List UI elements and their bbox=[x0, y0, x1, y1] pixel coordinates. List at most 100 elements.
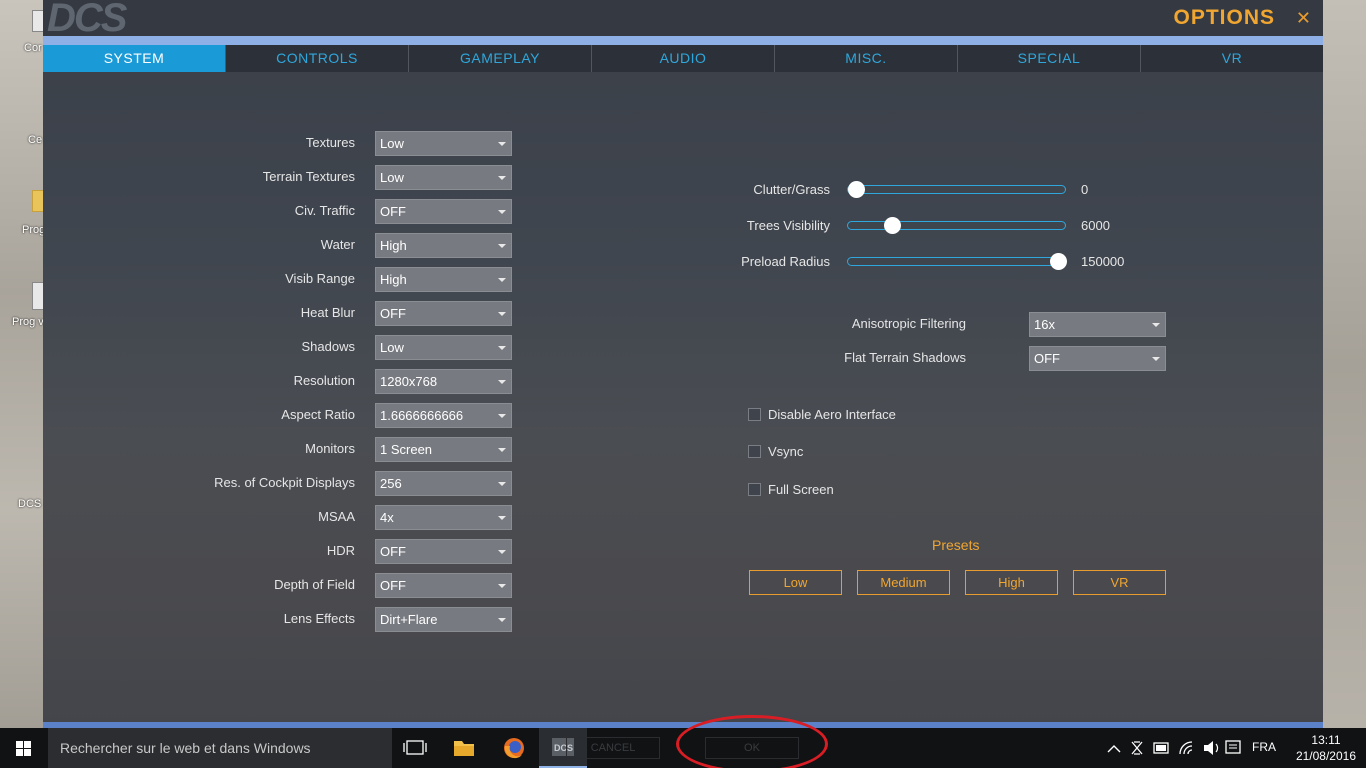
setting-select[interactable]: 1 Screen bbox=[375, 437, 512, 462]
setting-select[interactable]: Low bbox=[375, 335, 512, 360]
taskbar-clock[interactable]: 13:11 21/08/2016 bbox=[1296, 732, 1356, 764]
file-explorer-button[interactable] bbox=[440, 728, 488, 768]
setting-select[interactable]: 256 bbox=[375, 471, 512, 496]
setting-value: OFF bbox=[380, 306, 406, 321]
setting-select[interactable]: Dirt+Flare bbox=[375, 607, 512, 632]
tab-vr[interactable]: VR bbox=[1141, 45, 1323, 72]
wifi-icon bbox=[1179, 741, 1193, 755]
tab-gameplay[interactable]: GAMEPLAY bbox=[409, 45, 592, 72]
anisotropic-filtering-select[interactable]: 16x bbox=[1029, 312, 1166, 337]
setting-label: Heat Blur bbox=[300, 305, 355, 320]
chevron-down-icon bbox=[498, 618, 506, 622]
options-window: DCS OPTIONS ✕ SYSTEM CONTROLS GAMEPLAY A… bbox=[43, 0, 1323, 728]
setting-select[interactable]: High bbox=[375, 267, 512, 292]
setting-label: Visib Range bbox=[285, 271, 355, 286]
tab-controls[interactable]: CONTROLS bbox=[226, 45, 409, 72]
slider-track[interactable] bbox=[847, 181, 1066, 198]
chevron-down-icon bbox=[498, 550, 506, 554]
firefox-button[interactable] bbox=[490, 728, 538, 768]
window-title: OPTIONS bbox=[1173, 6, 1275, 29]
setting-select[interactable]: 1280x768 bbox=[375, 369, 512, 394]
presets-title: Presets bbox=[932, 537, 980, 553]
slider-thumb[interactable] bbox=[848, 181, 865, 198]
preset-medium-button[interactable]: Medium bbox=[857, 570, 950, 595]
tab-system[interactable]: SYSTEM bbox=[43, 45, 226, 72]
setting-select[interactable]: OFF bbox=[375, 573, 512, 598]
taskbar-search-input[interactable]: Rechercher sur le web et dans Windows bbox=[48, 728, 392, 768]
chevron-down-icon bbox=[498, 210, 506, 214]
setting-select[interactable]: Low bbox=[375, 131, 512, 156]
slider-label: Clutter/Grass bbox=[753, 182, 830, 197]
chevron-down-icon bbox=[498, 482, 506, 486]
start-button[interactable] bbox=[0, 728, 48, 768]
setting-select[interactable]: High bbox=[375, 233, 512, 258]
setting-select[interactable]: OFF bbox=[375, 539, 512, 564]
desktop-background-right bbox=[1322, 0, 1366, 728]
desktop-icon-recycle[interactable]: Ce Rac bbox=[18, 116, 44, 146]
task-view-button[interactable] bbox=[392, 728, 440, 768]
chevron-down-icon bbox=[498, 448, 506, 452]
flat-terrain-shadows-label: Flat Terrain Shadows bbox=[844, 350, 966, 365]
disable-aero-label: Disable Aero Interface bbox=[768, 407, 896, 422]
slider-track[interactable] bbox=[847, 217, 1066, 234]
setting-select[interactable]: OFF bbox=[375, 199, 512, 224]
clock-time: 13:11 bbox=[1311, 733, 1341, 747]
vsync-checkbox[interactable] bbox=[748, 445, 761, 458]
preset-low-button[interactable]: Low bbox=[749, 570, 842, 595]
tab-audio[interactable]: AUDIO bbox=[592, 45, 775, 72]
desktop-icon-prog-v[interactable]: Prog v bbox=[12, 282, 44, 328]
desktop-icon-label: Cor bbox=[24, 42, 42, 54]
volume-icon bbox=[1204, 741, 1213, 755]
close-icon[interactable]: ✕ bbox=[1296, 8, 1311, 29]
slider-value: 6000 bbox=[1081, 218, 1110, 233]
setting-select[interactable]: Low bbox=[375, 165, 512, 190]
desktop-icon-programs[interactable]: Prog bbox=[18, 190, 44, 236]
dcs-logo: DCS bbox=[47, 0, 127, 36]
slider-track[interactable] bbox=[847, 253, 1067, 270]
preset-high-button[interactable]: High bbox=[965, 570, 1058, 595]
chevron-down-icon bbox=[498, 380, 506, 384]
setting-label: Civ. Traffic bbox=[294, 203, 355, 218]
flat-terrain-shadows-select[interactable]: OFF bbox=[1029, 346, 1166, 371]
setting-value: 4x bbox=[380, 510, 394, 525]
full-screen-label: Full Screen bbox=[768, 482, 834, 497]
tab-misc[interactable]: MISC. bbox=[775, 45, 958, 72]
desktop-icon-label: Ce Rac bbox=[28, 134, 44, 146]
setting-value: Dirt+Flare bbox=[380, 612, 438, 627]
cancel-button-hidden[interactable]: CANCEL bbox=[566, 737, 660, 759]
setting-label: Resolution bbox=[293, 373, 355, 388]
setting-value: 1280x768 bbox=[380, 374, 438, 389]
disable-aero-checkbox[interactable] bbox=[748, 408, 761, 421]
desktop-icon-dcs[interactable]: DCS bbox=[18, 462, 44, 510]
anisotropic-filtering-value: 16x bbox=[1034, 317, 1055, 332]
slider-value: 0 bbox=[1081, 182, 1089, 197]
desktop-icon-computer[interactable]: Cor bbox=[18, 10, 44, 54]
chevron-down-icon bbox=[498, 584, 506, 588]
language-indicator[interactable]: FRA bbox=[1252, 740, 1276, 754]
setting-label: Res. of Cockpit Displays bbox=[214, 475, 355, 490]
setting-select[interactable]: 4x bbox=[375, 505, 512, 530]
full-screen-checkbox[interactable] bbox=[748, 483, 761, 496]
setting-select[interactable]: 1.6666666666 bbox=[375, 403, 512, 428]
header-stripe bbox=[43, 36, 1323, 45]
setting-select[interactable]: OFF bbox=[375, 301, 512, 326]
setting-label: HDR bbox=[326, 543, 355, 558]
slider-label: Trees Visibility bbox=[746, 218, 830, 233]
setting-value: Low bbox=[380, 170, 404, 185]
slider-thumb[interactable] bbox=[884, 217, 902, 234]
notification-icon bbox=[1225, 740, 1241, 754]
anisotropic-filtering-label: Anisotropic Filtering bbox=[851, 316, 966, 331]
tab-bar: SYSTEM CONTROLS GAMEPLAY AUDIO MISC. SPE… bbox=[43, 45, 1323, 72]
setting-label: MSAA bbox=[318, 509, 355, 524]
setting-label: Aspect Ratio bbox=[281, 407, 355, 422]
chevron-down-icon bbox=[498, 312, 506, 316]
slider-thumb[interactable] bbox=[1050, 253, 1067, 270]
title-bar: DCS OPTIONS ✕ bbox=[43, 0, 1323, 36]
setting-label: Textures bbox=[305, 135, 355, 150]
tab-special[interactable]: SPECIAL bbox=[958, 45, 1141, 72]
chevron-down-icon bbox=[498, 176, 506, 180]
tray-icons bbox=[1107, 740, 1241, 755]
chevron-up-icon bbox=[1107, 745, 1121, 753]
desktop-icon-label: Prog bbox=[22, 224, 44, 236]
preset-vr-button[interactable]: VR bbox=[1073, 570, 1166, 595]
